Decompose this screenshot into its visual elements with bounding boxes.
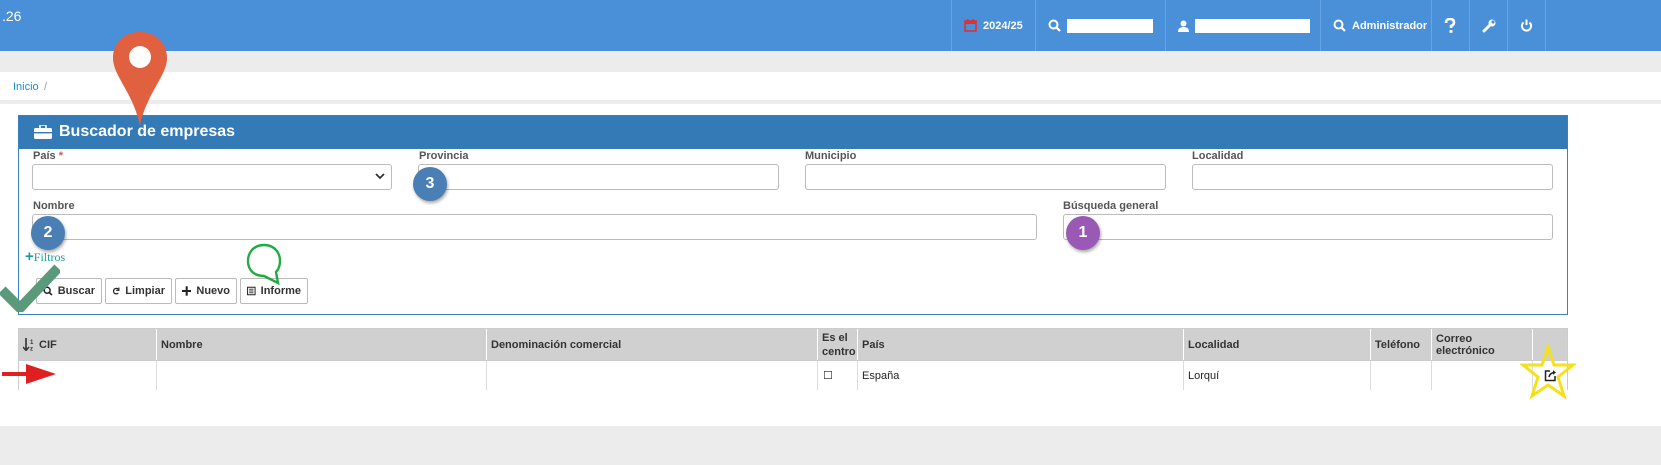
academic-year-label: 2024/25 [983,19,1023,32]
required-mark: * [58,150,63,162]
breadcrumb-home-link[interactable]: Inicio [13,81,39,93]
role-selector[interactable]: Administrador [1320,0,1427,51]
cell-telefono [1370,361,1431,390]
user-name-redacted [1195,18,1310,33]
busqueda-general-input[interactable] [1063,214,1553,240]
plus-icon [182,286,192,296]
power-icon [1520,19,1533,32]
header-cif[interactable]: 1z CIF [19,329,156,360]
search-icon [1333,19,1346,32]
breadcrumb-separator: / [44,81,48,93]
provincia-select[interactable] [418,164,779,190]
briefcase-icon [34,125,52,139]
center-search[interactable] [1035,0,1153,51]
nuevo-button[interactable]: Nuevo [175,278,237,304]
logout-button[interactable] [1507,0,1545,51]
pais-label: País * [33,150,63,162]
wrench-icon [1482,19,1496,32]
header-localidad[interactable]: Localidad [1183,329,1370,360]
provincia-label: Provincia [419,150,469,162]
checkmark-icon [0,264,60,312]
settings-button[interactable] [1469,0,1507,51]
star-highlight-icon [1520,344,1576,400]
busqueda-general-label: Búsqueda general [1063,200,1159,212]
header-denominacion[interactable]: Denominación comercial [486,329,817,360]
cell-nombre [156,361,486,390]
question-icon [1444,17,1456,33]
header-telefono[interactable]: Teléfono [1370,329,1431,360]
svg-text:z: z [30,347,33,352]
cell-correo [1431,361,1532,390]
table-row[interactable]: ☐ España Lorquí [19,360,1567,390]
limpiar-button[interactable]: Limpiar [105,278,172,304]
report-icon [247,286,256,296]
cell-pais: España [857,361,1183,390]
academic-year-selector[interactable]: 2024/25 [951,0,1023,51]
search-icon [1048,19,1061,32]
cell-localidad: Lorquí [1183,361,1370,390]
header-pais[interactable]: País [857,329,1183,360]
table-header-row: 1z CIF Nombre Denominación comercial Es … [19,329,1567,360]
chevron-down-icon [375,173,385,180]
panel-header: Buscador de empresas [19,116,1567,149]
version-label: .26 [2,8,22,24]
breadcrumb: Inicio / [0,72,1661,100]
refresh-icon [112,287,120,295]
speech-bubble-icon [246,243,282,286]
step-marker-2: 2 [31,216,65,250]
municipio-label: Municipio [805,150,857,162]
nombre-input[interactable] [32,214,1037,240]
header-nombre[interactable]: Nombre [156,329,486,360]
nombre-label: Nombre [33,200,75,212]
header-correo[interactable]: Correo electrónico [1431,329,1532,360]
cell-denominacion [486,361,817,390]
cell-es-centro-checkbox: ☐ [817,361,857,390]
localidad-label: Localidad [1192,150,1244,162]
step-marker-1: 1 [1066,216,1100,250]
center-name-redacted [1067,18,1153,33]
localidad-select[interactable] [1192,164,1553,190]
municipio-select[interactable] [805,164,1166,190]
companies-table: 1z CIF Nombre Denominación comercial Es … [18,328,1568,390]
svg-text:1: 1 [30,340,34,346]
location-pin-marker [113,32,167,126]
topbar-spacer [1545,0,1661,51]
top-navbar: .26 2024/25 Administrador [0,0,1661,51]
calendar-icon [964,19,977,32]
pais-select[interactable] [32,164,392,190]
header-es-centro[interactable]: Es el centro [817,329,857,360]
step-marker-3: 3 [413,167,447,201]
red-arrow-icon [2,364,56,384]
sort-alpha-asc-icon: 1z [23,338,34,352]
user-menu[interactable] [1165,0,1310,51]
help-button[interactable] [1431,0,1469,51]
role-label: Administrador [1352,19,1428,32]
user-icon [1178,20,1189,32]
